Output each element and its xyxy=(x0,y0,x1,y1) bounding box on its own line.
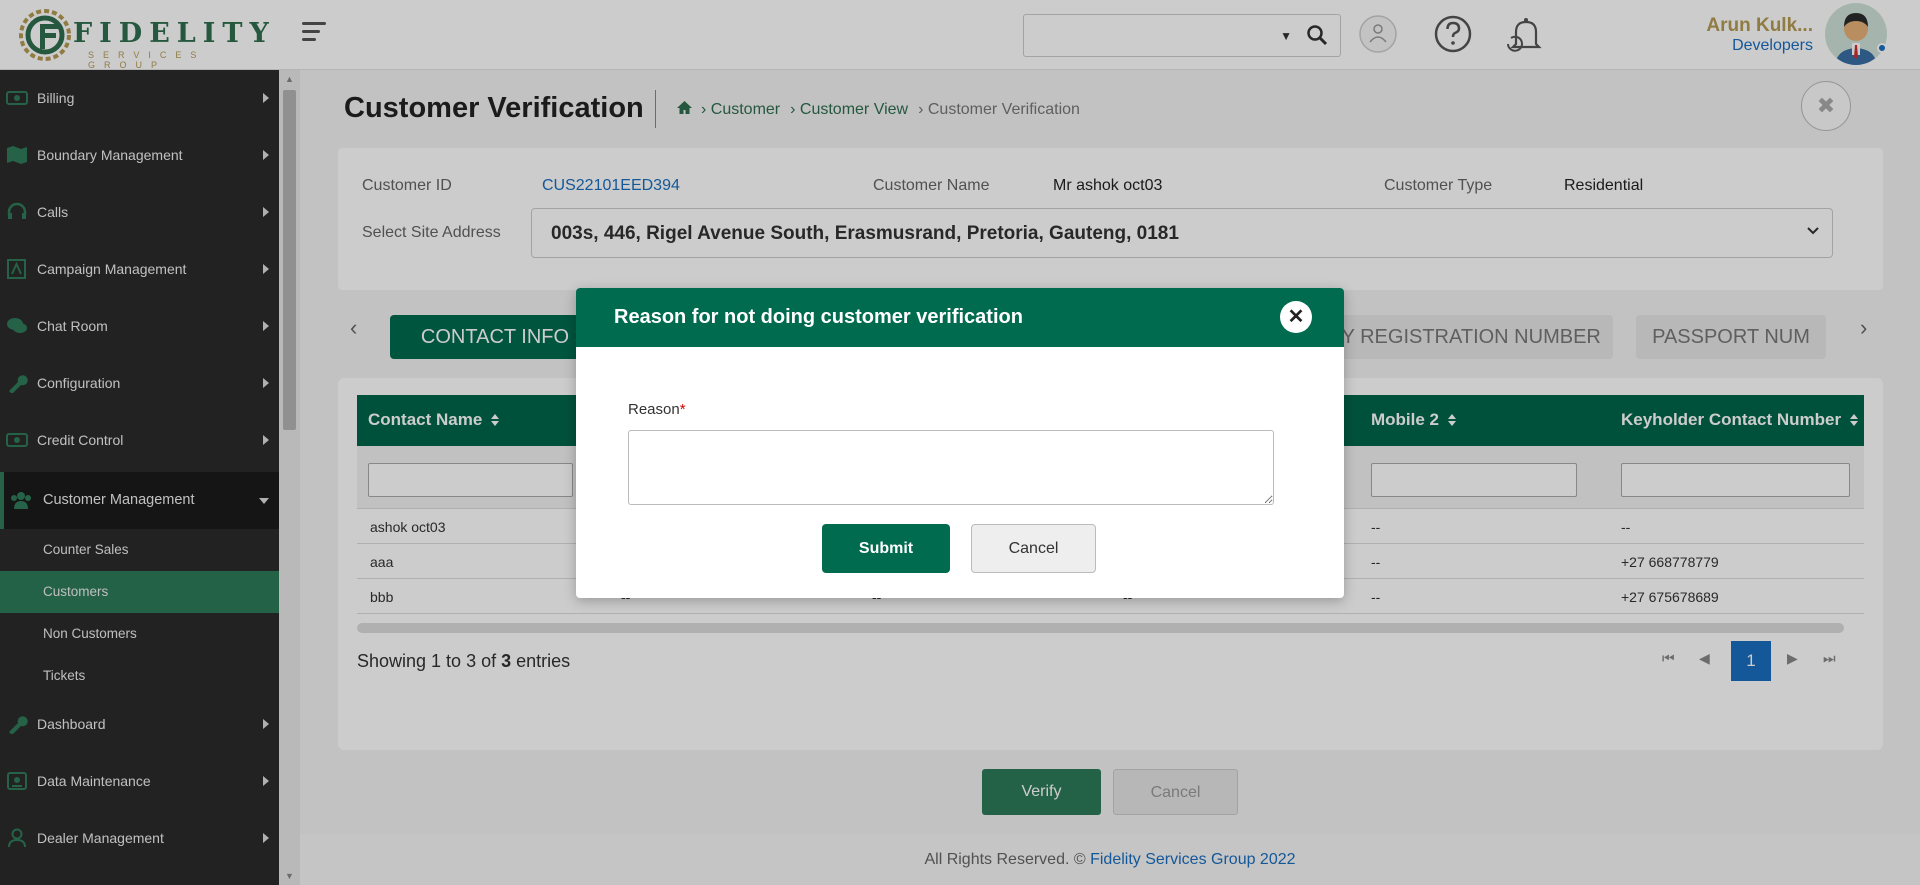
reason-label-text: Reason xyxy=(628,401,680,418)
modal-header: Reason for not doing customer verificati… xyxy=(576,288,1344,347)
modal-title: Reason for not doing customer verificati… xyxy=(614,306,1023,328)
required-asterisk: * xyxy=(679,401,686,418)
modal-cancel-button[interactable]: Cancel xyxy=(971,524,1096,573)
reason-textarea[interactable] xyxy=(628,430,1274,505)
reason-modal: Reason for not doing customer verificati… xyxy=(576,288,1344,598)
submit-button[interactable]: Submit xyxy=(822,524,950,573)
reason-label: Reason* xyxy=(628,401,686,418)
close-icon[interactable]: ✕ xyxy=(1280,301,1312,333)
